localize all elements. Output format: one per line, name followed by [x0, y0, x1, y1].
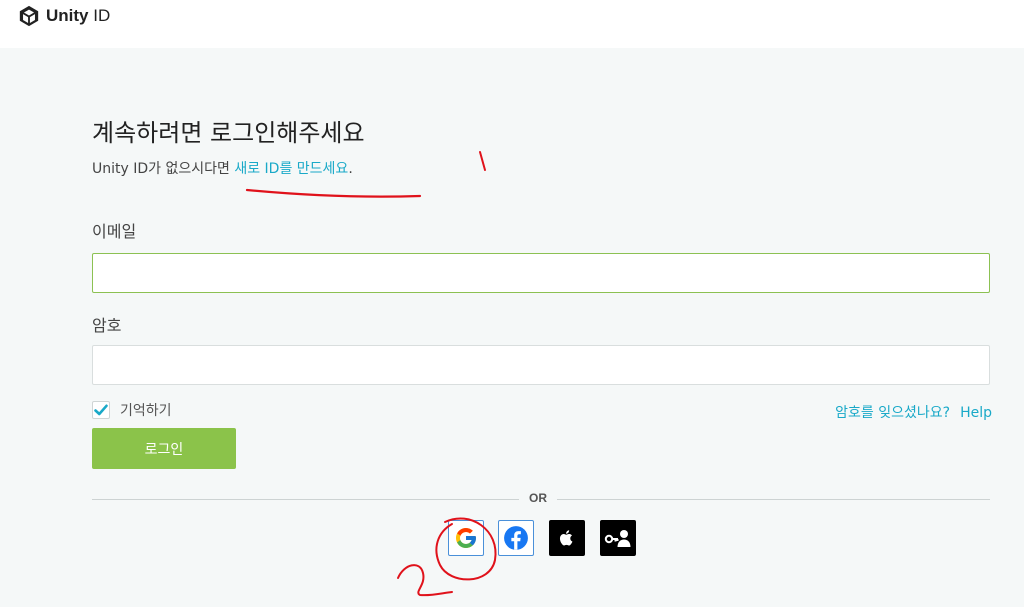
- or-label: OR: [519, 491, 557, 505]
- logo-text-bold: Unity: [46, 6, 89, 25]
- annotation-number-1: [479, 151, 486, 171]
- annotation-underline: [245, 188, 422, 198]
- apple-icon: [559, 530, 573, 546]
- signup-prompt-text: Unity ID가 없으시다면: [92, 161, 235, 177]
- email-input[interactable]: [92, 253, 990, 293]
- annotation-number-2: [397, 564, 453, 597]
- logo-text: Unity ID: [46, 6, 110, 26]
- sso-login-button[interactable]: [600, 520, 636, 556]
- password-input[interactable]: [92, 345, 990, 385]
- create-id-link[interactable]: 새로 ID를 만드세요: [234, 161, 348, 177]
- google-login-button[interactable]: [448, 520, 484, 556]
- red-annotation-marks: [245, 151, 497, 597]
- remember-label: 기억하기: [120, 403, 172, 419]
- facebook-login-button[interactable]: [498, 520, 534, 556]
- unity-id-logo[interactable]: Unity ID: [18, 5, 110, 27]
- checkmark-icon: [94, 404, 108, 416]
- signup-prompt: Unity ID가 없으시다면 새로 ID를 만드세요.: [92, 158, 353, 178]
- top-bar: Unity ID: [0, 0, 1024, 48]
- password-label: 암호: [92, 316, 122, 335]
- email-label: 이메일: [92, 222, 137, 241]
- apple-login-button[interactable]: [549, 520, 585, 556]
- sso-icon: [604, 530, 631, 547]
- remember-checkbox[interactable]: [92, 401, 110, 419]
- facebook-icon: [504, 526, 528, 550]
- forgot-password-link[interactable]: 암호를 잊으셨나요?: [835, 405, 950, 421]
- logo-text-light: ID: [93, 6, 111, 25]
- signup-prompt-suffix: .: [348, 161, 353, 177]
- unity-cube-icon: [19, 5, 39, 27]
- login-button[interactable]: 로그인: [92, 428, 236, 469]
- page-title: 계속하려면 로그인해주세요: [92, 119, 365, 147]
- remember-me[interactable]: 기억하기: [92, 400, 172, 420]
- account-help-links: 암호를 잊으셨나요? Help: [835, 402, 992, 422]
- help-link[interactable]: Help: [960, 405, 992, 421]
- google-icon: [456, 528, 476, 548]
